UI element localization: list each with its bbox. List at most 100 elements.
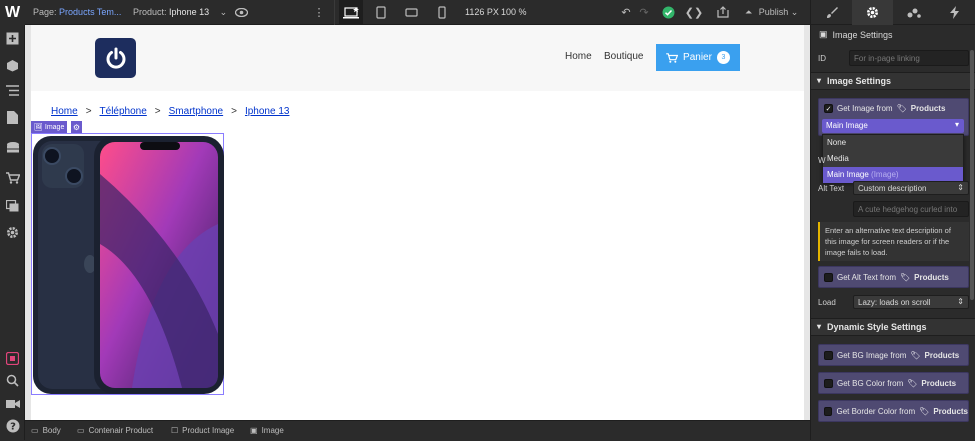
- symbols-cube-icon[interactable]: [4, 57, 21, 74]
- alt-text-select[interactable]: Custom description ⇕: [853, 181, 969, 195]
- section-image-settings[interactable]: Image Settings: [811, 72, 975, 90]
- mobile-portrait-icon[interactable]: [433, 3, 451, 21]
- product-name: Iphone 13: [169, 7, 210, 17]
- caret-down-icon: ▾: [954, 120, 959, 129]
- breadcrumb-telephone[interactable]: Téléphone: [100, 106, 147, 117]
- alt-text-help-note: Enter an alternative text description of…: [818, 222, 969, 261]
- tag-icon: 🏷: [899, 272, 911, 282]
- site-logo[interactable]: [95, 38, 136, 78]
- desktop-breakpoint-icon[interactable]: [339, 0, 363, 25]
- ecommerce-cart-icon[interactable]: [4, 169, 21, 186]
- collection-name: Products: [910, 104, 946, 113]
- product-image[interactable]: [31, 133, 224, 395]
- nav-link-boutique[interactable]: Boutique: [604, 51, 643, 62]
- publish-button[interactable]: ⏶ Publish ⌄: [745, 0, 798, 25]
- code-icon[interactable]: ❮❯: [685, 3, 703, 21]
- bc-label: Contenair Product: [88, 426, 154, 435]
- page-label: Page:: [33, 7, 57, 17]
- canvas-width: 1126 PX: [465, 7, 499, 17]
- settings-panel: ▣ Image Settings ID For in-page linking …: [810, 0, 975, 440]
- body-icon: ▭: [31, 426, 39, 435]
- cart-button[interactable]: Panier 3: [656, 44, 740, 71]
- settings-gear-icon[interactable]: [852, 0, 893, 25]
- image-icon: ▣: [819, 29, 828, 39]
- publish-label: Publish: [758, 7, 789, 17]
- iphone-image: [33, 136, 224, 394]
- div-block-icon: ▭: [77, 426, 85, 435]
- section-dynamic-style[interactable]: Dynamic Style Settings: [811, 318, 975, 336]
- breadcrumb: Home > Téléphone > Smartphone > Iphone 13: [51, 106, 290, 117]
- get-image-checkbox[interactable]: ✓: [824, 104, 833, 113]
- bc-image[interactable]: ▣ Image: [250, 421, 284, 441]
- bc-product-image[interactable]: ☐ Product Image: [171, 421, 234, 441]
- svg-text:?: ?: [10, 421, 16, 432]
- assets-images-icon[interactable]: [4, 197, 21, 214]
- id-input[interactable]: For in-page linking: [849, 50, 969, 66]
- mobile-landscape-icon[interactable]: [402, 3, 420, 21]
- lightning-icon[interactable]: [934, 0, 975, 25]
- nav-link-home[interactable]: Home: [565, 51, 592, 62]
- get-border-color-checkbox[interactable]: [824, 406, 833, 416]
- get-bg-image-checkbox[interactable]: [824, 350, 833, 360]
- page-preview[interactable]: Home Boutique Panier 3 Home > Téléphone > Sm…: [31, 25, 804, 420]
- webflow-logo[interactable]: W: [0, 0, 25, 25]
- site-header[interactable]: Home Boutique Panier 3: [31, 25, 804, 91]
- more-vertical-icon[interactable]: ⋮: [310, 3, 328, 21]
- power-icon: [106, 47, 125, 69]
- bc-body[interactable]: ▭ Body: [31, 421, 61, 441]
- tag-icon: 🏷: [919, 406, 930, 416]
- page-selector[interactable]: Page: Products Tem...: [33, 0, 121, 25]
- image-icon: 🖼: [34, 124, 43, 131]
- panel-scrollbar[interactable]: [970, 50, 974, 300]
- publish-icon: ⏶: [745, 7, 753, 17]
- get-bg-color-checkbox[interactable]: [824, 378, 833, 388]
- selected-element-tag[interactable]: 🖼 Image: [31, 121, 68, 133]
- record-stop-icon[interactable]: [4, 350, 21, 367]
- breadcrumb-home[interactable]: Home: [51, 106, 78, 117]
- pages-icon[interactable]: [4, 109, 21, 126]
- panel-tabs: [811, 0, 975, 25]
- option-media[interactable]: Media: [823, 151, 963, 167]
- help-icon[interactable]: ?: [4, 417, 21, 434]
- designer-canvas[interactable]: Home Boutique Panier 3 Home > Téléphone > Sm…: [25, 25, 810, 420]
- video-tutorial-icon[interactable]: [4, 395, 21, 412]
- option-none[interactable]: None: [823, 135, 963, 151]
- alt-text-label: Alt Text: [818, 184, 845, 193]
- bc-label: Image: [261, 426, 284, 435]
- zoom-level: 100 %: [501, 7, 527, 17]
- export-icon[interactable]: [714, 3, 732, 21]
- load-select[interactable]: Lazy: loads on scroll ⇕: [853, 295, 969, 309]
- undo-icon[interactable]: ↶: [617, 3, 635, 21]
- get-bg-color-box[interactable]: Get BG Color from 🏷 Products: [818, 372, 969, 394]
- style-brush-icon[interactable]: [811, 0, 852, 25]
- page-name: Products Tem...: [59, 7, 122, 17]
- get-alt-from-box[interactable]: Get Alt Text from 🏷 Products: [818, 266, 969, 288]
- element-breadcrumb-bar: ▭ Body ▭ Contenair Product ☐ Product Ima…: [25, 420, 810, 440]
- tablet-breakpoint-icon[interactable]: [372, 3, 390, 21]
- selected-element-label: Image: [44, 123, 65, 131]
- bc-contenair-product[interactable]: ▭ Contenair Product: [77, 421, 153, 441]
- navigator-icon[interactable]: [4, 82, 21, 99]
- get-image-label: Get Image from: [837, 104, 893, 113]
- redo-icon[interactable]: ↷: [635, 3, 653, 21]
- eye-icon[interactable]: [232, 3, 250, 21]
- search-icon[interactable]: [4, 372, 21, 389]
- interactions-drops-icon[interactable]: [893, 0, 934, 25]
- cart-label: Panier: [683, 52, 712, 63]
- add-panel-icon[interactable]: [4, 30, 21, 47]
- cart-count-badge: 3: [716, 51, 730, 64]
- settings-gear-icon[interactable]: [4, 224, 21, 241]
- breadcrumb-smartphone[interactable]: Smartphone: [169, 106, 223, 117]
- bc-label: Product Image: [182, 426, 235, 435]
- image-field-select[interactable]: Main Image ▾: [822, 119, 964, 133]
- get-border-color-box[interactable]: Get Border Color from 🏷 Products: [818, 400, 969, 422]
- alt-text-input[interactable]: A cute hedgehog curled into: [853, 201, 969, 217]
- panel-title: ▣ Image Settings: [819, 29, 893, 40]
- left-toolbar: ?: [0, 25, 25, 440]
- cms-database-icon[interactable]: [4, 140, 21, 157]
- element-settings-gear-icon[interactable]: ⚙: [71, 121, 82, 133]
- breadcrumb-iphone-13[interactable]: Iphone 13: [245, 106, 290, 117]
- product-selector[interactable]: Product: Iphone 13 ⌄: [133, 0, 227, 25]
- get-bg-image-box[interactable]: Get BG Image from 🏷 Products: [818, 344, 969, 366]
- get-alt-checkbox[interactable]: [824, 272, 833, 282]
